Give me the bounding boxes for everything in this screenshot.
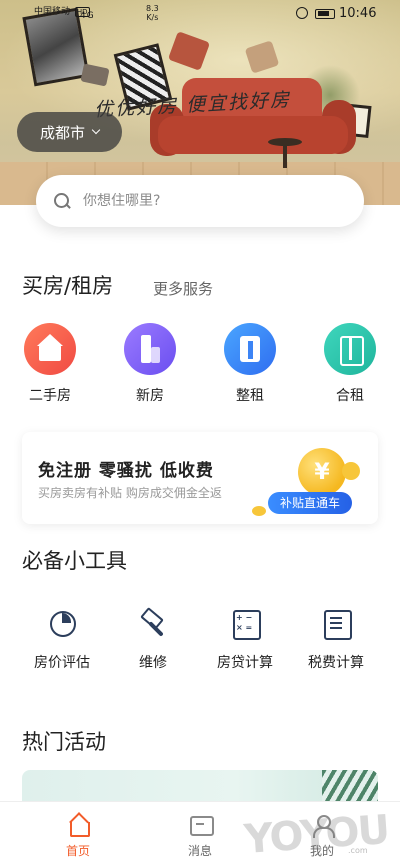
tool-price-estimate[interactable]: 房价评估 xyxy=(24,608,100,672)
speed-value: 8.3 xyxy=(146,4,159,13)
category-new-home[interactable]: 新房 xyxy=(120,323,180,405)
tool-label: 维修 xyxy=(139,655,167,671)
category-label: 二手房 xyxy=(29,388,71,404)
promo-card[interactable]: 免注册 零骚扰 低收费 买房卖房有补贴 购房成交佣金全返 ¥ 补贴直通车 xyxy=(22,432,378,524)
tab-label: 消息 xyxy=(187,844,212,858)
pie-chart-icon xyxy=(47,608,77,638)
tool-mortgage-calculator[interactable]: 房贷计算 xyxy=(207,608,283,672)
category-label: 新房 xyxy=(136,388,164,404)
small-coin-icon xyxy=(342,462,360,480)
banner-side-table-leg xyxy=(283,144,287,168)
category-whole-rent[interactable]: 整租 xyxy=(220,323,280,405)
carrier-name: 中国移动 xyxy=(34,7,71,17)
section-title-activities: 热门活动 xyxy=(22,730,106,754)
section-title-buy-rent: 买房/租房 xyxy=(22,274,114,298)
chevron-down-icon xyxy=(91,125,101,135)
city-label: 成都市 xyxy=(39,123,85,142)
small-coin-icon xyxy=(252,506,266,516)
coin-icon: ¥ xyxy=(298,448,346,496)
speed-unit: K/s xyxy=(146,13,159,22)
network-speed: 8.3 K/s xyxy=(146,4,159,22)
signal-icon: 4G xyxy=(80,11,95,21)
house-icon xyxy=(24,323,76,375)
tab-messages[interactable]: 消息 xyxy=(170,814,230,859)
promo-title: 免注册 零骚扰 低收费 xyxy=(38,461,214,481)
status-bar: 中国移动 HD 4G 8.3 K/s 10:46 xyxy=(0,0,400,30)
tool-label: 房价评估 xyxy=(34,655,90,671)
category-label: 整租 xyxy=(236,388,264,404)
tab-label: 首页 xyxy=(65,844,90,858)
search-input[interactable] xyxy=(83,193,333,209)
banner-sofa-seat xyxy=(158,116,348,154)
tool-label: 房贷计算 xyxy=(217,655,273,671)
alarm-icon xyxy=(296,7,308,19)
hammer-icon xyxy=(138,608,168,638)
whole-rent-icon xyxy=(224,323,276,375)
subsidy-badge[interactable]: 补贴直通车 xyxy=(268,492,353,514)
search-icon xyxy=(54,192,71,210)
shared-rent-icon xyxy=(324,323,376,375)
calculator-icon xyxy=(230,608,261,640)
battery-icon xyxy=(315,9,335,19)
more-services-link[interactable]: 更多服务 xyxy=(153,278,213,299)
message-icon xyxy=(189,814,214,836)
category-shared-rent[interactable]: 合租 xyxy=(320,323,380,405)
category-label: 合租 xyxy=(336,388,364,404)
city-selector[interactable]: 成都市 xyxy=(17,112,122,152)
tool-repair[interactable]: 维修 xyxy=(115,608,191,672)
category-second-hand[interactable]: 二手房 xyxy=(20,323,80,405)
tool-tax-calculator[interactable]: 税费计算 xyxy=(298,608,374,672)
clock: 10:46 xyxy=(339,6,377,21)
building-icon xyxy=(124,323,176,375)
search-bar[interactable] xyxy=(36,175,364,227)
tax-list-icon xyxy=(321,608,352,640)
tool-label: 税费计算 xyxy=(308,655,364,671)
promo-subtitle: 买房卖房有补贴 购房成交佣金全返 xyxy=(38,486,222,500)
tab-home[interactable]: 首页 xyxy=(48,814,108,859)
home-icon xyxy=(67,814,90,837)
watermark-domain: .com xyxy=(348,846,368,855)
section-title-tools: 必备小工具 xyxy=(22,549,127,573)
